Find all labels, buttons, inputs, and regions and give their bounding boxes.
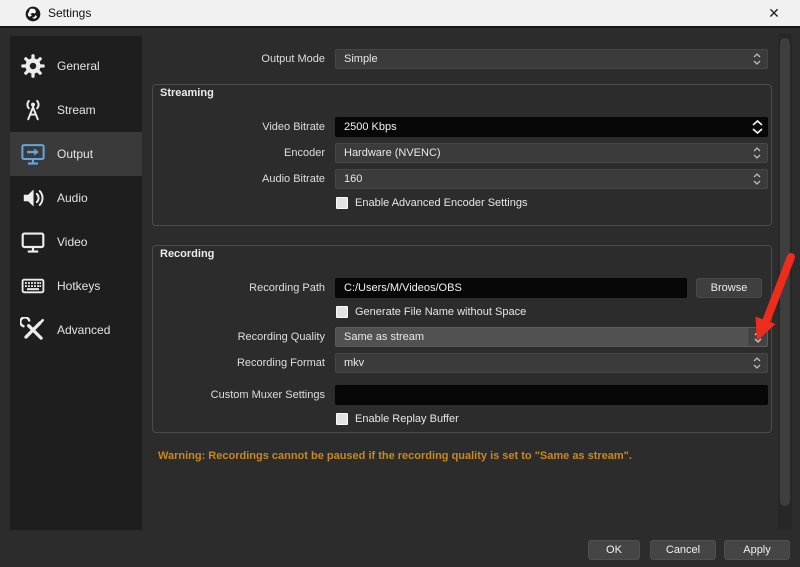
advanced-encoder-checkbox-row[interactable]: Enable Advanced Encoder Settings <box>336 196 527 210</box>
chevron-up-icon <box>754 331 761 336</box>
encoder-label: Encoder <box>284 147 325 159</box>
sidebar-item-stream[interactable]: Stream <box>10 88 142 132</box>
chevron-up-icon <box>753 53 761 58</box>
video-bitrate-input[interactable]: 2500 Kbps <box>335 117 768 137</box>
chevron-down-icon <box>753 364 761 369</box>
recording-path-label: Recording Path <box>249 282 325 294</box>
checkbox-unchecked[interactable] <box>336 413 348 425</box>
window-title: Settings <box>48 6 92 20</box>
chevron-down-icon <box>753 180 761 185</box>
checkbox-label: Generate File Name without Space <box>355 306 527 318</box>
recording-format-select[interactable]: mkv <box>335 353 768 373</box>
speaker-icon <box>20 185 46 211</box>
obs-logo-icon <box>25 6 41 22</box>
output-mode-select[interactable]: Simple <box>335 49 768 69</box>
checkbox-unchecked[interactable] <box>336 306 348 318</box>
spinner-icons[interactable] <box>747 328 767 346</box>
sidebar-item-label: Output <box>57 147 94 161</box>
chevron-up-icon <box>751 120 763 126</box>
custom-muxer-label: Custom Muxer Settings <box>210 389 325 401</box>
close-icon[interactable]: ✕ <box>760 0 788 26</box>
output-mode-label: Output Mode <box>261 53 325 65</box>
apply-button[interactable]: Apply <box>724 540 790 560</box>
scrollbar-thumb[interactable] <box>780 38 790 506</box>
chevron-up-icon <box>753 357 761 362</box>
sidebar-item-label: Stream <box>57 103 96 117</box>
custom-muxer-input[interactable] <box>335 385 768 405</box>
spinner-icons[interactable] <box>747 354 767 372</box>
keyboard-icon <box>20 273 46 299</box>
chevron-up-icon <box>753 173 761 178</box>
recording-quality-label: Recording Quality <box>237 331 325 343</box>
gear-icon <box>20 53 46 79</box>
display-icon <box>20 229 46 255</box>
audio-bitrate-select[interactable]: 160 <box>335 169 768 189</box>
chevron-down-icon <box>753 154 761 159</box>
chevron-up-icon <box>753 147 761 152</box>
warning-text: Warning: Recordings cannot be paused if … <box>158 450 632 462</box>
chevron-down-icon <box>751 128 763 134</box>
sidebar-item-label: Advanced <box>57 323 111 337</box>
settings-sidebar: General Stream Output Audio Video Hotkey… <box>10 36 142 530</box>
broadcast-icon <box>20 97 46 123</box>
spinner-icons[interactable] <box>747 144 767 162</box>
settings-window: Settings ✕ General Stream Output Audio V… <box>0 0 800 567</box>
title-bar: Settings ✕ <box>0 0 800 28</box>
chevron-down-icon <box>753 60 761 65</box>
filename-checkbox-row[interactable]: Generate File Name without Space <box>336 305 526 319</box>
recording-path-input[interactable] <box>335 278 687 298</box>
encoder-select[interactable]: Hardware (NVENC) <box>335 143 768 163</box>
checkbox-label: Enable Advanced Encoder Settings <box>355 197 528 209</box>
sidebar-item-audio[interactable]: Audio <box>10 176 142 220</box>
ok-button[interactable]: OK <box>588 540 640 560</box>
video-bitrate-label: Video Bitrate <box>262 121 325 133</box>
spinner-icons[interactable] <box>747 170 767 188</box>
chevron-down-icon <box>754 338 761 343</box>
checkbox-label: Enable Replay Buffer <box>355 413 459 425</box>
recording-group-title: Recording <box>160 248 215 260</box>
sidebar-item-label: General <box>57 59 100 73</box>
tools-icon <box>20 317 46 343</box>
sidebar-item-label: Video <box>57 235 88 249</box>
replay-buffer-checkbox-row[interactable]: Enable Replay Buffer <box>336 412 459 426</box>
audio-bitrate-label: Audio Bitrate <box>262 173 325 185</box>
recording-quality-select[interactable]: Same as stream <box>335 327 768 347</box>
checkbox-unchecked[interactable] <box>336 197 348 209</box>
spinner-icons[interactable] <box>747 50 767 68</box>
sidebar-item-advanced[interactable]: Advanced <box>10 308 142 352</box>
cancel-button[interactable]: Cancel <box>650 540 716 560</box>
sidebar-item-label: Audio <box>57 191 88 205</box>
spinner-icons[interactable] <box>747 118 767 136</box>
recording-format-label: Recording Format <box>236 357 325 369</box>
monitor-arrow-icon <box>20 141 46 167</box>
browse-button[interactable]: Browse <box>696 278 762 298</box>
sidebar-item-label: Hotkeys <box>57 279 101 293</box>
sidebar-item-output[interactable]: Output <box>10 132 142 176</box>
sidebar-item-hotkeys[interactable]: Hotkeys <box>10 264 142 308</box>
sidebar-item-general[interactable]: General <box>10 44 142 88</box>
sidebar-item-video[interactable]: Video <box>10 220 142 264</box>
streaming-group-title: Streaming <box>160 87 214 99</box>
